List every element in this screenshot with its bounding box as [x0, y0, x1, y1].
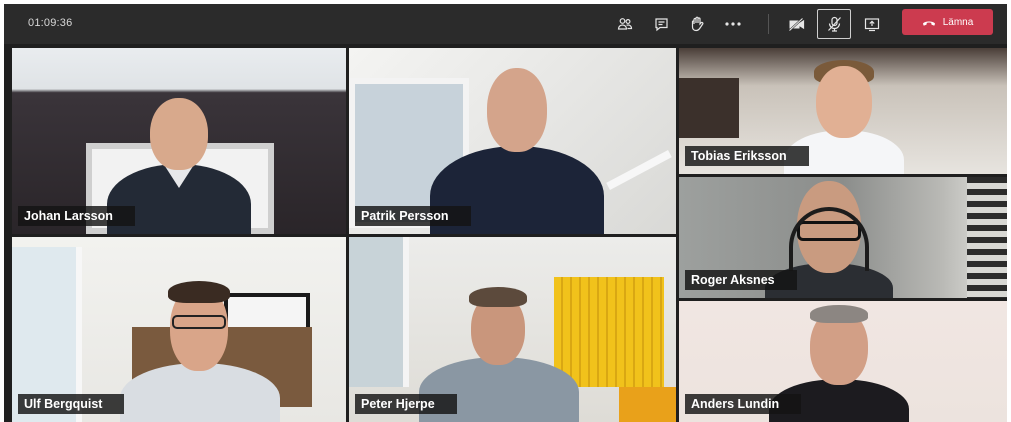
- share-screen-icon: [864, 17, 880, 31]
- chair: [619, 387, 676, 422]
- participant-name: Roger Aksnes: [685, 270, 797, 290]
- participant-tile[interactable]: Anders Lundin: [679, 301, 1007, 422]
- glasses: [172, 315, 226, 329]
- more-icon: [725, 22, 741, 26]
- meeting-toolbar: 01:09:36 Lämna: [4, 4, 1007, 44]
- video-grid: Johan Larsson Patrik Persson Tobias Erik…: [12, 48, 1007, 422]
- share-screen-button[interactable]: [855, 9, 889, 39]
- stairs: [679, 78, 739, 138]
- participant-tile[interactable]: Ulf Bergquist: [12, 237, 346, 422]
- participant-tile[interactable]: Tobias Eriksson: [679, 48, 1007, 174]
- participant-name: Patrik Persson: [355, 206, 471, 226]
- raise-hand-button[interactable]: [680, 9, 714, 39]
- participant-name: Johan Larsson: [18, 206, 135, 226]
- leave-button[interactable]: Lämna: [902, 9, 993, 35]
- hang-up-icon: [922, 20, 935, 26]
- participant-name: Anders Lundin: [685, 394, 802, 414]
- participant-tile[interactable]: Peter Hjerpe: [349, 237, 676, 422]
- mic-off-icon: [827, 16, 841, 32]
- raise-hand-icon: [691, 16, 703, 32]
- mic-toggle-button[interactable]: [817, 9, 851, 39]
- participant-tile[interactable]: Patrik Persson: [349, 48, 676, 234]
- participants-icon: [617, 18, 633, 30]
- chat-button[interactable]: [644, 9, 678, 39]
- window: [349, 237, 409, 387]
- toolbar-divider: [768, 14, 769, 34]
- chat-icon: [654, 17, 668, 31]
- meeting-window: 01:09:36 Lämna Johan Larsson Patrik Pers…: [4, 4, 1007, 422]
- camera-toggle-button[interactable]: [779, 9, 813, 39]
- leave-label: Lämna: [942, 16, 974, 28]
- participants-button[interactable]: [608, 9, 642, 39]
- camera-off-icon: [787, 16, 804, 32]
- participant-name: Tobias Eriksson: [685, 146, 809, 166]
- participant-name: Ulf Bergquist: [18, 394, 125, 414]
- participant-tile[interactable]: Johan Larsson: [12, 48, 346, 234]
- participant-name: Peter Hjerpe: [355, 394, 457, 414]
- more-options-button[interactable]: [716, 9, 750, 39]
- person-figure: [110, 279, 290, 422]
- participant-tile[interactable]: Roger Aksnes: [679, 177, 1007, 298]
- call-timer: 01:09:36: [28, 17, 73, 29]
- window-blinds: [967, 177, 1007, 298]
